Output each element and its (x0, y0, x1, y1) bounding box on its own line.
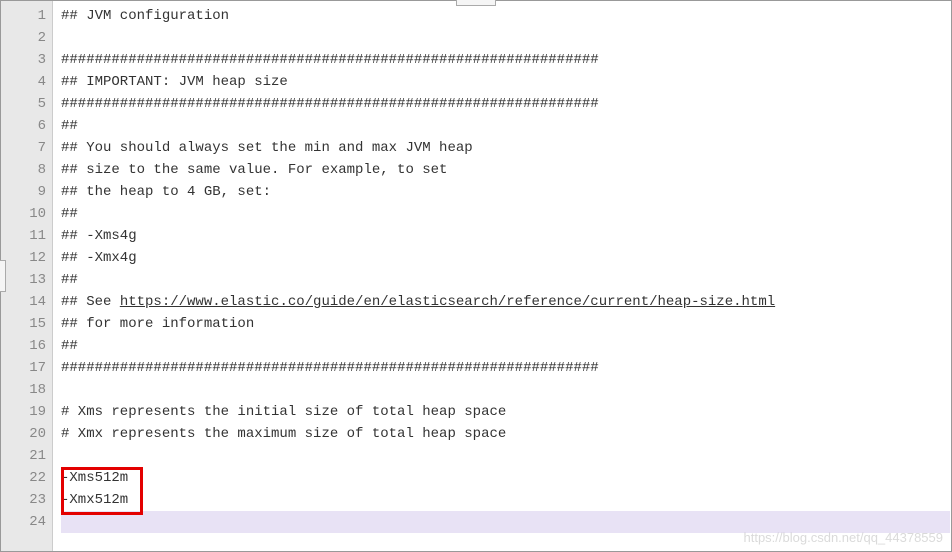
code-line[interactable]: ## -Xmx4g (61, 247, 951, 269)
line-number: 7 (13, 137, 46, 159)
code-line[interactable]: -Xmx512m (61, 489, 951, 511)
line-number: 23 (13, 489, 46, 511)
line-number: 13 (13, 269, 46, 291)
line-number: 8 (13, 159, 46, 181)
code-line[interactable]: ## JVM configuration (61, 5, 951, 27)
code-line[interactable]: ########################################… (61, 93, 951, 115)
line-number: 18 (13, 379, 46, 401)
code-line[interactable]: -Xms512m (61, 467, 951, 489)
top-ruler-mark (456, 0, 496, 6)
code-line[interactable]: # Xms represents the initial size of tot… (61, 401, 951, 423)
line-number: 12 (13, 247, 46, 269)
line-number: 20 (13, 423, 46, 445)
line-number: 3 (13, 49, 46, 71)
code-line[interactable]: ## See https://www.elastic.co/guide/en/e… (61, 291, 951, 313)
code-line[interactable] (61, 379, 951, 401)
code-line[interactable]: ########################################… (61, 49, 951, 71)
line-number: 6 (13, 115, 46, 137)
line-number: 14 (13, 291, 46, 313)
line-number: 2 (13, 27, 46, 49)
line-number: 22 (13, 467, 46, 489)
code-editor[interactable]: 123456789101112131415161718192021222324 … (1, 1, 951, 551)
line-number: 19 (13, 401, 46, 423)
line-number: 9 (13, 181, 46, 203)
code-line[interactable]: ## for more information (61, 313, 951, 335)
code-line[interactable]: ## (61, 269, 951, 291)
code-line[interactable]: ## You should always set the min and max… (61, 137, 951, 159)
code-line[interactable]: ## (61, 335, 951, 357)
code-line[interactable]: # Xmx represents the maximum size of tot… (61, 423, 951, 445)
left-ruler-mark (0, 260, 6, 292)
code-line[interactable]: ## -Xms4g (61, 225, 951, 247)
line-number: 17 (13, 357, 46, 379)
code-line[interactable]: ########################################… (61, 357, 951, 379)
url-link[interactable]: https://www.elastic.co/guide/en/elastics… (120, 294, 775, 310)
code-line[interactable]: ## IMPORTANT: JVM heap size (61, 71, 951, 93)
line-number: 16 (13, 335, 46, 357)
code-line[interactable] (61, 27, 951, 49)
line-number: 4 (13, 71, 46, 93)
code-line[interactable]: ## the heap to 4 GB, set: (61, 181, 951, 203)
line-number: 15 (13, 313, 46, 335)
line-number: 10 (13, 203, 46, 225)
line-number: 11 (13, 225, 46, 247)
code-line[interactable]: ## (61, 203, 951, 225)
code-line[interactable] (61, 445, 951, 467)
line-number: 1 (13, 5, 46, 27)
line-number: 24 (13, 511, 46, 533)
line-number: 5 (13, 93, 46, 115)
current-line-highlight (61, 511, 950, 533)
code-text: ## See (61, 294, 120, 310)
code-content-area[interactable]: ## JVM configuration####################… (53, 1, 951, 551)
code-line[interactable]: ## size to the same value. For example, … (61, 159, 951, 181)
line-number: 21 (13, 445, 46, 467)
code-line[interactable]: ## (61, 115, 951, 137)
line-number-gutter: 123456789101112131415161718192021222324 (1, 1, 53, 551)
